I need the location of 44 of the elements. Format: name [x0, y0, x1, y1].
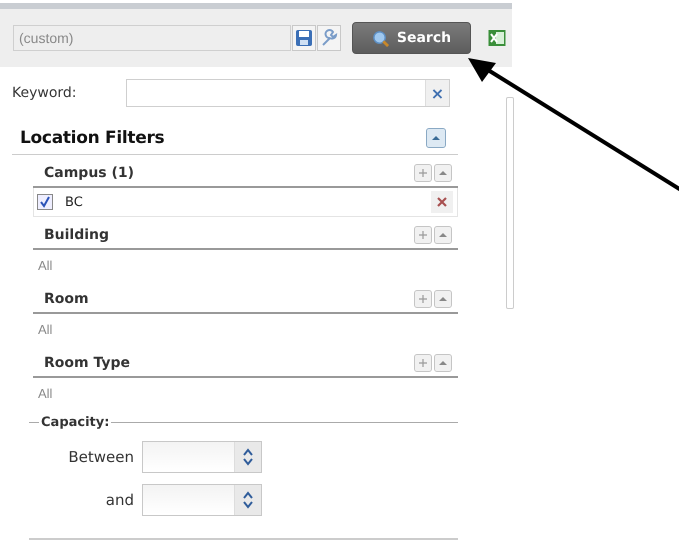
add-button[interactable]: [414, 164, 432, 182]
filter-title: Campus (1): [44, 164, 136, 180]
search-button[interactable]: Search: [352, 22, 471, 54]
filter-title: Room Type: [44, 354, 132, 370]
plus-icon: [418, 358, 428, 368]
field-label: and: [104, 491, 135, 509]
increment-icon[interactable]: [242, 447, 254, 457]
filter-title: Room: [44, 290, 90, 306]
number-field[interactable]: [142, 441, 262, 473]
collapse-button[interactable]: [434, 226, 452, 244]
checkbox[interactable]: [37, 194, 53, 210]
spreadsheet-icon[interactable]: [488, 29, 506, 47]
filter-value: All: [37, 385, 54, 403]
decrement-icon[interactable]: [242, 500, 254, 510]
number-field[interactable]: [142, 484, 262, 516]
section-title: Location Filters: [20, 128, 164, 148]
save-icon[interactable]: [292, 25, 316, 51]
keyword-field[interactable]: ×: [126, 79, 450, 107]
saved-search-field[interactable]: (custom): [13, 25, 291, 51]
collapse-button[interactable]: [434, 290, 452, 308]
plus-icon: [418, 168, 428, 178]
wrench-icon[interactable]: [317, 25, 341, 51]
increment-icon[interactable]: [242, 490, 254, 500]
collapse-button[interactable]: [434, 164, 452, 182]
scrollbar[interactable]: [506, 97, 514, 309]
filter-title: Building: [44, 226, 110, 242]
plus-icon: [418, 230, 428, 240]
add-button[interactable]: [414, 290, 432, 308]
search-icon: [372, 30, 389, 46]
plus-icon: [418, 294, 428, 304]
remove-icon[interactable]: [431, 191, 453, 213]
caret-icon: [431, 133, 441, 143]
collapse-button[interactable]: [434, 354, 452, 372]
decrement-icon[interactable]: [242, 457, 254, 467]
filter-value: All: [37, 321, 54, 339]
collapse-button[interactable]: [426, 128, 446, 148]
filter-value: All: [37, 257, 54, 275]
clear-button[interactable]: ×: [425, 80, 449, 106]
field-label: Between: [67, 448, 135, 466]
add-button[interactable]: [414, 354, 432, 372]
add-button[interactable]: [414, 226, 432, 244]
keyword-label: Keyword:: [12, 85, 78, 101]
filter-value: BC: [65, 194, 84, 210]
capacity-legend: Capacity:: [41, 415, 110, 430]
